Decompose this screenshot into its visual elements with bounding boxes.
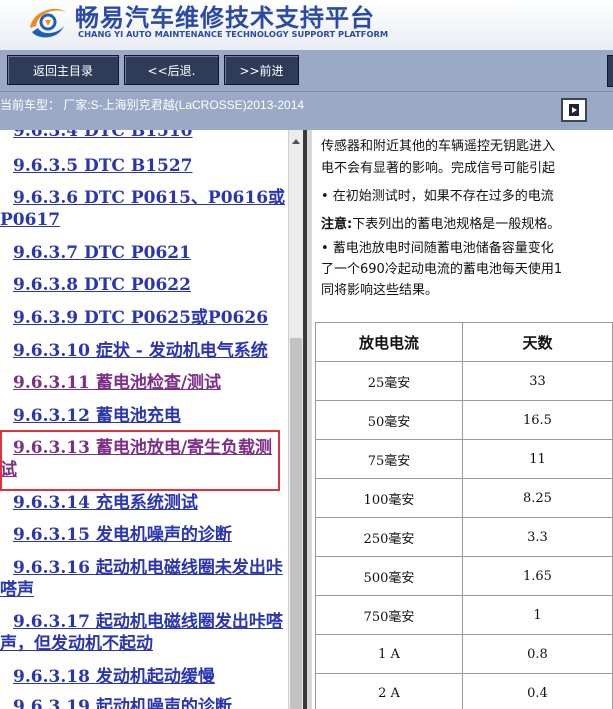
scroll-thumb[interactable] — [290, 338, 302, 709]
table-header-row: 放电电流 天数 — [315, 322, 613, 362]
content-line-7: 同将影响这些结果。 — [321, 283, 439, 298]
cell-days: 3.3 — [461, 517, 613, 557]
toc-item-9-6-3-7[interactable]: 9.6.3.7 DTC P0621 — [13, 242, 288, 264]
cell-current: 1 A — [315, 634, 463, 674]
cell-current: 25毫安 — [315, 361, 463, 401]
header-current: 放电电流 — [315, 322, 463, 362]
toc-item-9-6-3-6[interactable]: 9.6.3.6 DTC P0615、P0616或 — [13, 187, 288, 209]
content-line-1: 传感器和附近其他的车辆遥控无钥匙进入 — [321, 139, 556, 154]
play-arrow-icon — [569, 104, 579, 116]
home-button[interactable]: 返回主目录 — [7, 55, 119, 85]
header-days: 天数 — [461, 322, 613, 362]
cell-current: 250毫安 — [315, 517, 463, 557]
note-text: 下表列出的蓄电池规格是一般规格。 — [352, 217, 561, 232]
table-row: 100毫安 8.25 — [315, 478, 613, 518]
table-row: 250毫安 3.3 — [315, 517, 613, 557]
table-row: 750毫安 1 — [315, 595, 613, 635]
cell-current: 50毫安 — [315, 400, 463, 440]
toggle-pane-button[interactable] — [561, 98, 587, 122]
toc-item-9-6-3-17-cont[interactable]: 声，但发动机不起动 — [0, 633, 285, 655]
cell-current: 75毫安 — [315, 439, 463, 479]
toc-item-9-6-3-6-cont[interactable]: P0617 — [0, 209, 285, 231]
back-button[interactable]: <<后退. — [124, 55, 219, 85]
selection-highlight — [0, 430, 280, 491]
toc-item-9-6-3-17[interactable]: 9.6.3.17 起动机电磁线圈发出咔嗒 — [13, 611, 288, 633]
content-pane: 传感器和附近其他的车辆遥控无钥匙进入 电不会有显著的影响。完成信号可能引起 • … — [312, 130, 613, 709]
toc-item-9-6-3-18[interactable]: 9.6.3.18 发动机起动缓慢 — [13, 666, 288, 688]
table-row: 25毫安 33 — [315, 361, 613, 401]
toc-item-9-6-3-9[interactable]: 9.6.3.9 DTC P0625或P0626 — [13, 307, 288, 329]
toc-item-9-6-3-10[interactable]: 9.6.3.10 症状 - 发动机电气系统 — [13, 340, 288, 362]
toc-item-9-6-3-12[interactable]: 9.6.3.12 蓄电池充电 — [13, 405, 288, 427]
table-row: 50毫安 16.5 — [315, 400, 613, 440]
note-label: 注意: — [321, 217, 353, 232]
cell-current: 500毫安 — [315, 556, 463, 596]
content-line-6: 了一个690冷起动电流的蓄电池每天使用1 — [321, 262, 563, 277]
cell-days: 1.65 — [461, 556, 613, 596]
toolbar: 返回主目录 <<后退. >>前进 — [0, 50, 613, 92]
toc-item-9-6-3-19[interactable]: 9.6.3.19 起动机噪声的诊断 — [13, 696, 288, 709]
content-line-5: • 蓄电池放电时间随蓄电池储备容量变化 — [321, 241, 554, 256]
cell-days: 0.8 — [461, 634, 613, 674]
scroll-up-arrow-icon[interactable] — [289, 134, 303, 148]
cell-current: 100毫安 — [315, 478, 463, 518]
app-header: 畅易汽车维修技术支持平台 CHANG YI AUTO MAINTENANCE T… — [0, 0, 613, 50]
toc-item-9-6-3-15[interactable]: 9.6.3.15 发电机噪声的诊断 — [13, 524, 288, 546]
toc-scrollbar[interactable] — [288, 130, 303, 709]
toc-item-9-6-3-4[interactable]: 9.6.3.4 DTC B1510 — [13, 130, 288, 142]
table-row: 1 A 0.8 — [315, 634, 613, 674]
toc-item-9-6-3-5[interactable]: 9.6.3.5 DTC B1527 — [13, 155, 288, 177]
toc-item-9-6-3-8[interactable]: 9.6.3.8 DTC P0622 — [13, 274, 288, 296]
current-vehicle-text: 当前车型： 厂家:S-上海别克君越(LaCROSSE)2013-2014 — [0, 98, 305, 112]
discharge-table: 放电电流 天数 25毫安 33 50毫安 16.5 75毫安 11 100毫安 8.25… — [315, 322, 613, 709]
cell-days: 1 — [461, 595, 613, 635]
forward-button[interactable]: >>前进 — [224, 55, 299, 85]
toc-item-9-6-3-11[interactable]: 9.6.3.11 蓄电池检查/测试 — [13, 372, 288, 394]
table-row: 500毫安 1.65 — [315, 556, 613, 596]
cell-current: 750毫安 — [315, 595, 463, 635]
table-row: 2 A 0.4 — [315, 673, 613, 709]
cell-days: 0.4 — [461, 673, 613, 709]
toc-pane: 9.6.3.4 DTC B1510 9.6.3.5 DTC B1527 9.6.… — [0, 130, 288, 709]
content-note: 注意:下表列出的蓄电池规格是一般规格。 — [321, 214, 560, 235]
toc-item-9-6-3-16-cont[interactable]: 嗒声 — [0, 579, 285, 601]
vehicle-info-bar: 当前车型： 厂家:S-上海别克君越(LaCROSSE)2013-2014 — [0, 92, 613, 130]
table-row: 75毫安 11 — [315, 439, 613, 479]
content-line-3: • 在初始测试时，如果不存在过多的电流 — [321, 189, 554, 204]
cell-days: 8.25 — [461, 478, 613, 518]
toolbar-overflow-button[interactable] — [607, 55, 613, 87]
content-line-2: 电不会有显著的影响。完成信号可能引起 — [321, 161, 556, 176]
swirl-logo-icon — [30, 8, 66, 38]
cell-days: 16.5 — [461, 400, 613, 440]
toc-item-9-6-3-16[interactable]: 9.6.3.16 起动机电磁线圈未发出咔 — [13, 557, 288, 579]
toc-item-9-6-3-14[interactable]: 9.6.3.14 充电系统测试 — [13, 492, 288, 514]
cell-days: 33 — [461, 361, 613, 401]
cell-current: 2 A — [315, 673, 463, 709]
platform-subtitle: CHANG YI AUTO MAINTENANCE TECHNOLOGY SUP… — [78, 29, 389, 39]
cell-days: 11 — [461, 439, 613, 479]
